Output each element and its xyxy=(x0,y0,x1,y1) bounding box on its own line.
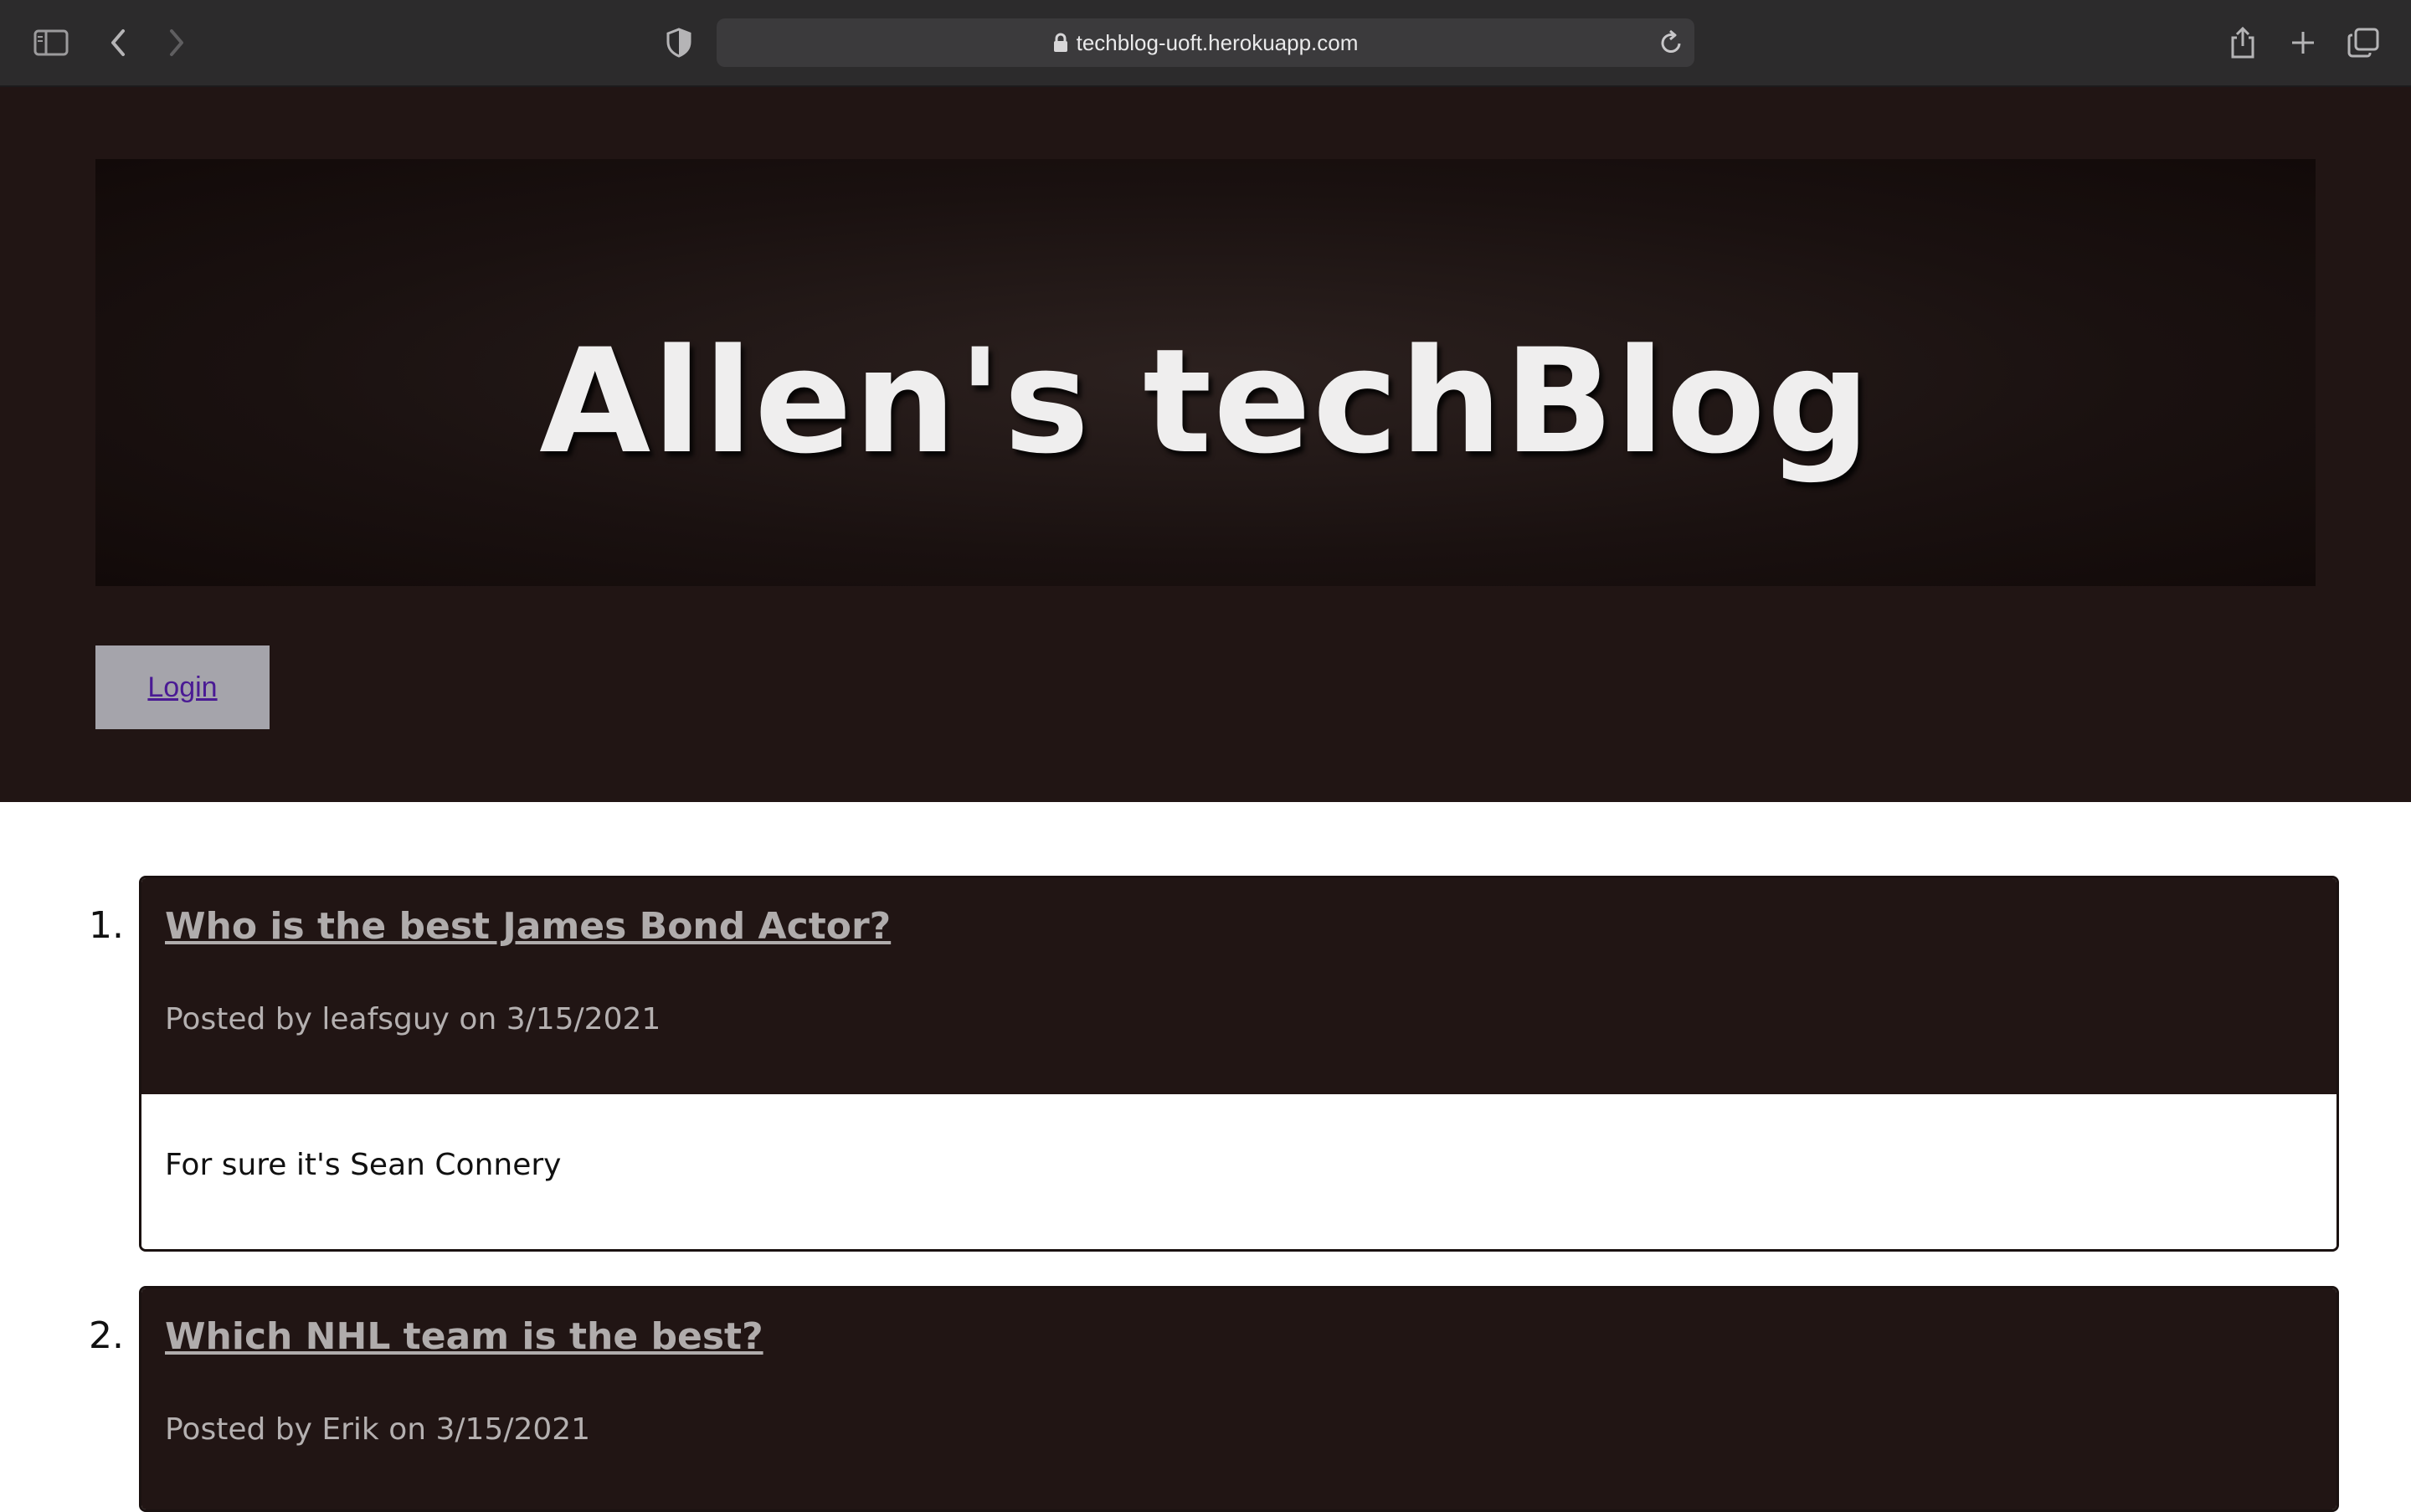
login-button[interactable]: Login xyxy=(95,645,270,729)
hero-banner: Allen's techBlog xyxy=(95,159,2316,586)
address-bar[interactable]: techblog-uoft.herokuapp.com xyxy=(717,18,1694,67)
post-number: 2. xyxy=(89,1314,124,1357)
post-number: 1. xyxy=(89,904,124,947)
post-content: For sure it's Sean Connery xyxy=(165,1148,562,1182)
plus-icon[interactable] xyxy=(2282,22,2324,64)
tabs-icon[interactable] xyxy=(2342,22,2384,64)
chevron-right-icon[interactable] xyxy=(156,22,198,64)
site-header: Allen's techBlog Login xyxy=(0,87,2411,802)
post-body: For sure it's Sean Connery xyxy=(141,1094,2336,1249)
post-title-link[interactable]: Which NHL team is the best? xyxy=(165,1315,763,1358)
share-icon[interactable] xyxy=(2222,22,2264,64)
post-header: Who is the best James Bond Actor? Posted… xyxy=(141,878,2336,1094)
post-meta: Posted by Erik on 3/15/2021 xyxy=(165,1412,591,1447)
browser-toolbar: techblog-uoft.herokuapp.com xyxy=(0,0,2411,87)
sidebar-icon[interactable] xyxy=(30,22,72,64)
post-title-link[interactable]: Who is the best James Bond Actor? xyxy=(165,905,891,948)
site-title: Allen's techBlog xyxy=(539,316,1872,486)
list-item: Who is the best James Bond Actor? Posted… xyxy=(139,876,2339,1252)
list-item: Which NHL team is the best? Posted by Er… xyxy=(139,1286,2339,1512)
chevron-left-icon[interactable] xyxy=(97,22,139,64)
reload-icon[interactable] xyxy=(1659,29,1684,56)
lock-icon xyxy=(1053,33,1068,53)
url-text: techblog-uoft.herokuapp.com xyxy=(1076,29,1359,55)
post-meta: Posted by leafsguy on 3/15/2021 xyxy=(165,1002,661,1036)
post-header: Which NHL team is the best? Posted by Er… xyxy=(141,1288,2336,1509)
shield-icon[interactable] xyxy=(658,22,700,64)
